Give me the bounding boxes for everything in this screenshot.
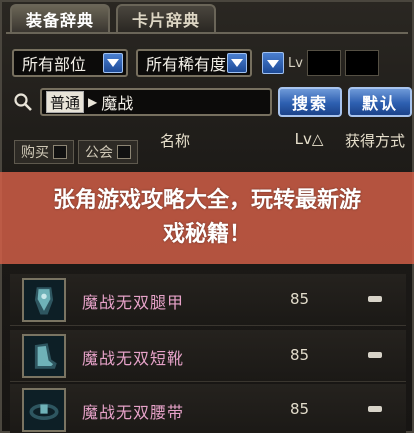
chevron-down-icon[interactable] — [227, 53, 247, 73]
item-level: 85 — [290, 290, 310, 308]
item-level: 85 — [290, 346, 310, 364]
boots-icon — [22, 334, 66, 378]
search-icon — [12, 91, 34, 113]
banner-text: 张角游戏攻略大全，玩转最新游戏秘籍！ — [52, 188, 361, 247]
caret-right-icon: ▶ — [88, 95, 98, 109]
subtab-guild[interactable]: 公会 — [78, 140, 138, 164]
level-filter: Lv — [262, 50, 379, 76]
item-name: 魔战无双短靴 — [82, 349, 185, 368]
chevron-down-icon[interactable] — [103, 53, 123, 73]
search-query: 魔战 — [101, 94, 134, 113]
level-label: Lv — [288, 55, 303, 71]
slot-select[interactable]: 所有部位 — [12, 49, 128, 77]
search-button[interactable]: 搜索 — [278, 87, 342, 117]
slot-select-value: 所有部位 — [22, 55, 87, 74]
search-row: 普通 ▶ 魔战 搜索 默认 — [12, 86, 412, 118]
search-mode-tag[interactable]: 普通 — [46, 91, 85, 113]
checkbox[interactable] — [117, 145, 131, 159]
item-name: 魔战无双腿甲 — [82, 293, 185, 312]
belt-icon — [22, 388, 66, 432]
category-subtabs: 购买 公会 — [14, 140, 138, 164]
item-name: 魔战无双腰带 — [82, 403, 185, 422]
tab-divider — [6, 32, 408, 34]
leg-armor-icon — [22, 278, 66, 322]
table-row[interactable]: 魔战无双腰带 85 — [10, 384, 406, 433]
rarity-select[interactable]: 所有稀有度 — [136, 49, 252, 77]
tab-bar: 装备辞典 卡片辞典 — [10, 4, 217, 32]
subtab-purchase[interactable]: 购买 — [14, 140, 74, 164]
tab-equipment-dictionary[interactable]: 装备辞典 — [10, 4, 111, 32]
tab-card-dictionary[interactable]: 卡片辞典 — [116, 4, 217, 32]
item-level: 85 — [290, 400, 310, 418]
level-max-input[interactable] — [344, 50, 379, 76]
subtab-label: 公会 — [85, 145, 113, 161]
level-toggle-icon[interactable] — [262, 52, 284, 74]
promo-banner-overlay: 张角游戏攻略大全，玩转最新游戏秘籍！ — [0, 172, 414, 264]
column-method[interactable]: 获得方式 — [340, 130, 410, 151]
rarity-select-value: 所有稀有度 — [146, 55, 227, 74]
search-input[interactable]: 普通 ▶ 魔战 — [40, 88, 272, 116]
acquire-method-minus-icon — [368, 352, 382, 358]
acquire-method-minus-icon — [368, 296, 382, 302]
checkbox[interactable] — [53, 145, 67, 159]
default-button[interactable]: 默认 — [348, 87, 412, 117]
acquire-method-minus-icon — [368, 406, 382, 412]
column-level[interactable]: Lv△ — [286, 130, 332, 148]
table-row[interactable]: 魔战无双短靴 85 — [10, 330, 406, 382]
level-min-input[interactable] — [306, 50, 341, 76]
table-row[interactable]: 魔战无双腿甲 85 — [10, 274, 406, 326]
filter-row: 所有部位 所有稀有度 Lv — [12, 48, 379, 78]
subtab-label: 购买 — [21, 145, 49, 161]
